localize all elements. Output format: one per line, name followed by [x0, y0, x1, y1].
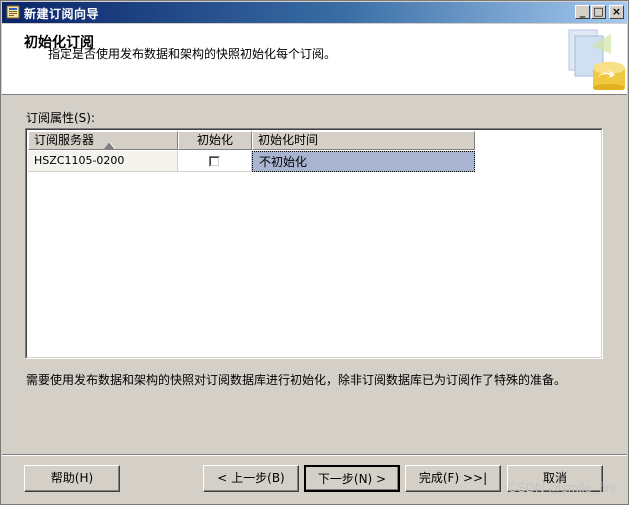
- snapshot-note: 需要使用发布数据和架构的快照对订阅数据库进行初始化，除非订阅数据库已为订阅作了特…: [26, 373, 567, 387]
- back-button[interactable]: < 上一步(B): [203, 465, 299, 492]
- watermark-text: CSDN @smile_fire: [507, 480, 617, 495]
- table-cell-initialize-time[interactable]: 不初始化: [252, 151, 475, 172]
- grid-frame: 订阅服务器 初始化 初始化时间 HSZC1105-0200 不初始化: [26, 129, 602, 358]
- maximize-button[interactable]: □: [591, 5, 606, 19]
- close-button[interactable]: ×: [609, 5, 624, 19]
- table-cell-subscriber[interactable]: HSZC1105-0200: [28, 151, 178, 172]
- subscription-properties-grid[interactable]: 订阅服务器 初始化 初始化时间 HSZC1105-0200 不初始化: [25, 128, 603, 359]
- wizard-window: 新建订阅向导 _ □ × 初始化订阅 指定是否使用发布数据和架构的快照初始化每个…: [0, 0, 629, 505]
- footer-divider: [2, 454, 627, 456]
- window-title: 新建订阅向导: [24, 7, 100, 21]
- minimize-button[interactable]: _: [575, 5, 590, 19]
- title-bar[interactable]: 新建订阅向导 _ □ ×: [2, 2, 627, 23]
- initialize-checkbox[interactable]: [209, 156, 220, 167]
- wizard-app-icon: [6, 5, 20, 19]
- subscription-properties-label: 订阅属性(S):: [26, 111, 96, 125]
- column-header-subscriber-label: 订阅服务器: [34, 133, 95, 147]
- column-header-subscriber[interactable]: 订阅服务器: [28, 131, 178, 150]
- table-cell-initialize[interactable]: [178, 151, 252, 172]
- finish-button[interactable]: 完成(F) >>|: [405, 465, 501, 492]
- database-sync-icon: [568, 29, 625, 90]
- help-button[interactable]: 帮助(H): [24, 465, 120, 492]
- column-header-initialize[interactable]: 初始化: [178, 131, 252, 150]
- page-subtitle: 指定是否使用发布数据和架构的快照初始化每个订阅。: [48, 47, 337, 61]
- wizard-header: 初始化订阅 指定是否使用发布数据和架构的快照初始化每个订阅。: [2, 24, 627, 95]
- next-button[interactable]: 下一步(N) >: [304, 465, 400, 492]
- column-header-initialize-time[interactable]: 初始化时间: [252, 131, 475, 150]
